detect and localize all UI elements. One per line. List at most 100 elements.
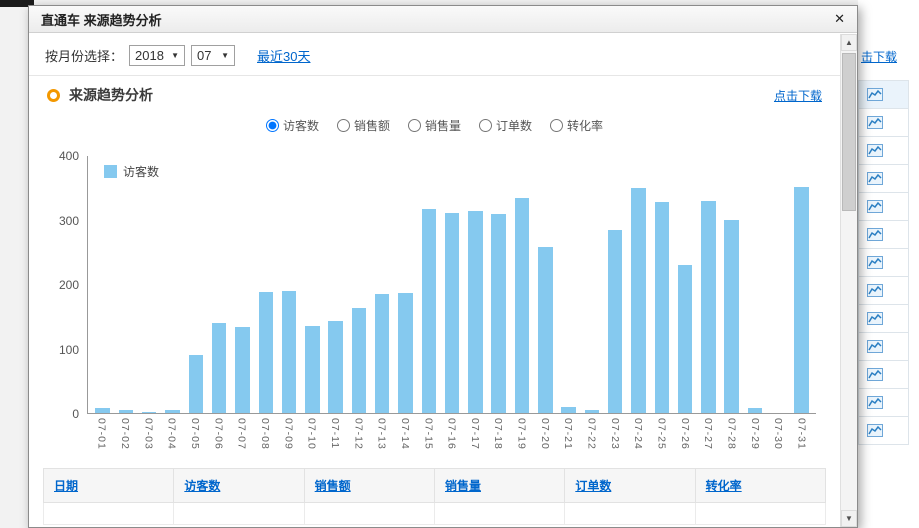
metric-radio-input[interactable] <box>266 119 279 132</box>
bar-slot <box>767 156 790 413</box>
scroll-down-icon[interactable]: ▼ <box>841 510 857 527</box>
metric-radio-访客数[interactable]: 访客数 <box>266 117 319 134</box>
line-chart-icon[interactable] <box>867 340 883 353</box>
bar-07-18[interactable] <box>491 214 505 413</box>
bar-07-24[interactable] <box>631 188 645 413</box>
column-header-link[interactable]: 订单数 <box>575 479 611 493</box>
background-download-link[interactable]: 击下载 <box>861 48 897 65</box>
bar-07-31[interactable] <box>794 187 808 413</box>
x-axis-label-text: 07-26 <box>679 418 691 450</box>
table-cell <box>434 502 564 524</box>
bar-07-02[interactable] <box>119 410 133 413</box>
x-axis-label-text: 07-05 <box>189 418 201 450</box>
metric-radio-input[interactable] <box>550 119 563 132</box>
column-header-link[interactable]: 访客数 <box>184 479 220 493</box>
line-chart-icon[interactable] <box>867 424 883 437</box>
scrollbar-thumb[interactable] <box>842 53 856 211</box>
x-axis-label-text: 07-08 <box>259 418 271 450</box>
bar-07-06[interactable] <box>212 323 226 413</box>
line-chart-icon[interactable] <box>867 116 883 129</box>
close-icon[interactable]: ✕ <box>834 11 845 27</box>
line-chart-icon[interactable] <box>867 200 883 213</box>
column-header-link[interactable]: 日期 <box>54 479 78 493</box>
metric-radio-销售量[interactable]: 销售量 <box>408 117 461 134</box>
bar-07-19[interactable] <box>515 198 529 413</box>
bar-07-16[interactable] <box>445 213 459 413</box>
bar-07-09[interactable] <box>282 291 296 413</box>
column-header-订单数[interactable]: 订单数 <box>565 468 695 502</box>
x-axis-label: 07-18 <box>487 418 510 453</box>
x-axis-label-text: 07-18 <box>492 418 504 450</box>
x-axis-label-text: 07-17 <box>469 418 481 450</box>
x-axis-label: 07-27 <box>697 418 720 453</box>
table-cell <box>304 502 434 524</box>
line-chart-icon[interactable] <box>867 172 883 185</box>
x-axis-label: 07-20 <box>533 418 556 453</box>
bar-07-04[interactable] <box>165 410 179 413</box>
bar-07-13[interactable] <box>375 294 389 413</box>
bar-07-03[interactable] <box>142 412 156 413</box>
metric-radio-销售额[interactable]: 销售额 <box>337 117 390 134</box>
column-header-link[interactable]: 销售量 <box>445 479 481 493</box>
bar-07-27[interactable] <box>701 201 715 413</box>
bar-slot <box>673 156 696 413</box>
column-header-销售量[interactable]: 销售量 <box>434 468 564 502</box>
bar-07-01[interactable] <box>95 408 109 413</box>
bar-slot <box>324 156 347 413</box>
bar-07-11[interactable] <box>328 321 342 413</box>
bar-07-25[interactable] <box>655 202 669 413</box>
recent-30-days-link[interactable]: 最近30天 <box>257 46 310 65</box>
bar-07-26[interactable] <box>678 265 692 413</box>
column-header-销售额[interactable]: 销售额 <box>304 468 434 502</box>
x-axis-label: 07-04 <box>160 418 183 453</box>
bar-07-07[interactable] <box>235 327 249 413</box>
scroll-up-icon[interactable]: ▲ <box>841 34 857 51</box>
bar-07-14[interactable] <box>398 293 412 413</box>
column-header-转化率[interactable]: 转化率 <box>695 468 825 502</box>
line-chart-icon[interactable] <box>867 312 883 325</box>
bar-07-23[interactable] <box>608 230 622 413</box>
bar-07-12[interactable] <box>352 308 366 413</box>
metric-radio-input[interactable] <box>337 119 350 132</box>
bar-07-17[interactable] <box>468 211 482 413</box>
bar-07-20[interactable] <box>538 247 552 413</box>
x-axis-label: 07-31 <box>790 418 813 453</box>
line-chart-icon[interactable] <box>867 284 883 297</box>
background-table-row <box>859 249 908 277</box>
bar-07-29[interactable] <box>748 408 762 413</box>
column-header-link[interactable]: 销售额 <box>315 479 351 493</box>
bar-07-15[interactable] <box>422 209 436 413</box>
line-chart-icon[interactable] <box>867 256 883 269</box>
line-chart-icon[interactable] <box>867 396 883 409</box>
line-chart-icon[interactable] <box>867 88 883 101</box>
line-chart-icon[interactable] <box>867 144 883 157</box>
background-table-row <box>859 193 908 221</box>
bar-07-08[interactable] <box>259 292 273 413</box>
x-axis-label-text: 07-16 <box>446 418 458 450</box>
column-header-访客数[interactable]: 访客数 <box>174 468 304 502</box>
bar-slot <box>510 156 533 413</box>
bar-07-21[interactable] <box>561 407 575 413</box>
bar-07-28[interactable] <box>724 220 738 413</box>
line-chart-icon[interactable] <box>867 228 883 241</box>
month-select[interactable]: 07 ▼ <box>191 45 235 66</box>
bar-07-22[interactable] <box>585 410 599 413</box>
y-axis-label: 200 <box>59 278 79 292</box>
metric-radio-订单数[interactable]: 订单数 <box>479 117 532 134</box>
line-chart-icon[interactable] <box>867 368 883 381</box>
bar-slot <box>417 156 440 413</box>
x-axis-label-text: 07-15 <box>422 418 434 450</box>
x-axis-label: 07-29 <box>743 418 766 453</box>
bar-07-10[interactable] <box>305 326 319 413</box>
x-axis-label: 07-11 <box>323 418 346 453</box>
metric-radio-input[interactable] <box>479 119 492 132</box>
metric-radio-input[interactable] <box>408 119 421 132</box>
column-header-日期[interactable]: 日期 <box>44 468 174 502</box>
bar-07-05[interactable] <box>189 355 203 413</box>
x-axis-label: 07-17 <box>463 418 486 453</box>
column-header-link[interactable]: 转化率 <box>706 479 742 493</box>
modal-scrollbar[interactable]: ▲ ▼ <box>840 34 857 527</box>
year-select[interactable]: 2018 ▼ <box>129 45 185 66</box>
download-link[interactable]: 点击下载 <box>774 87 822 104</box>
metric-radio-转化率[interactable]: 转化率 <box>550 117 603 134</box>
